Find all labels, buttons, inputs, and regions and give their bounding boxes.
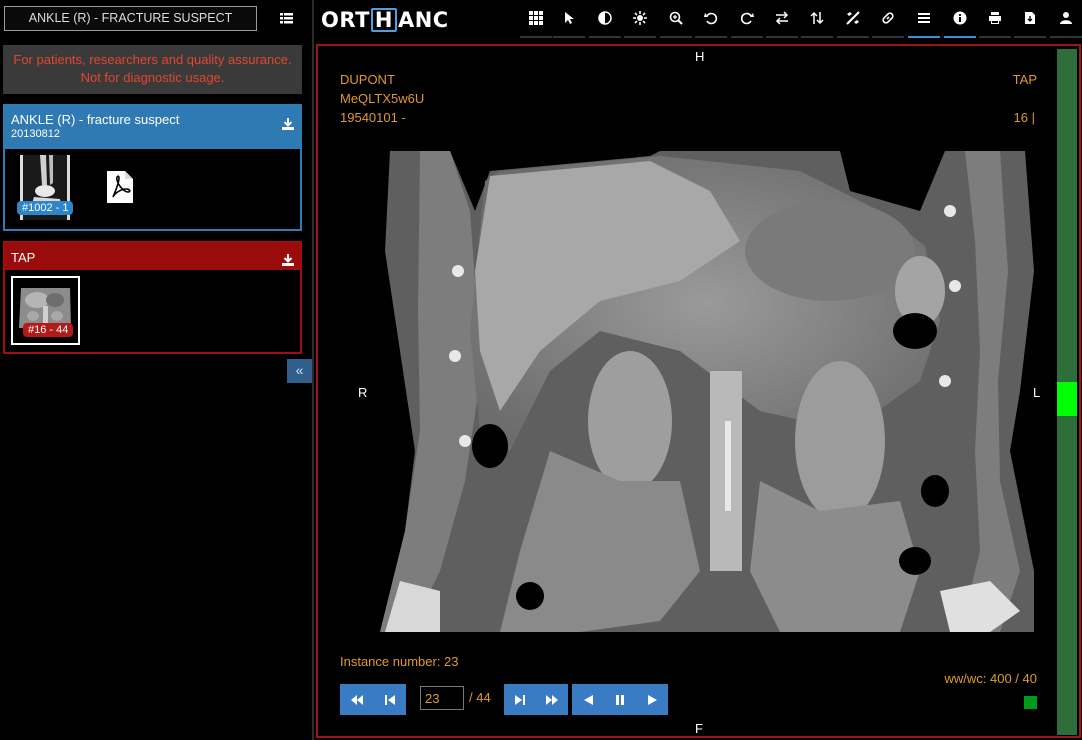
skip-to-end-icon <box>546 694 558 705</box>
flip-vertical-button[interactable] <box>801 0 833 38</box>
flip-horizontal-icon <box>775 11 789 25</box>
study-header[interactable]: TAP <box>5 243 300 270</box>
study-sidebar: ANKLE (R) - FRACTURE SUSPECT For patient… <box>0 0 312 740</box>
zoom-tool-button[interactable] <box>660 0 692 38</box>
frame-total: / 44 <box>469 690 491 705</box>
series-thumbnail-xray[interactable]: #1002 - 1 <box>17 155 74 220</box>
pause-button[interactable] <box>604 684 636 715</box>
info-icon <box>953 11 967 25</box>
series-description: TAP <box>1012 72 1037 87</box>
series-thumbnail-pdf[interactable] <box>106 170 134 204</box>
sync-status-indicator <box>1024 696 1037 709</box>
print-icon <box>989 12 1001 24</box>
previous-frame-button[interactable] <box>374 684 406 715</box>
pointer-tool-button[interactable] <box>553 0 585 38</box>
orientation-bottom: F <box>695 721 703 736</box>
download-file-button[interactable] <box>1014 0 1046 38</box>
study-card-ankle[interactable]: ANKLE (R) - fracture suspect 20130812 #1… <box>3 104 302 231</box>
study-card-tap[interactable]: TAP #16 - 44 <box>3 241 302 354</box>
series-badge: #1002 - 1 <box>17 201 74 215</box>
flip-vertical-icon <box>810 11 824 25</box>
study-description: TAP <box>11 250 36 265</box>
collapse-sidebar-button[interactable]: « <box>287 359 312 383</box>
pause-icon <box>616 694 624 705</box>
flip-horizontal-button[interactable] <box>766 0 798 38</box>
download-file-icon <box>1025 12 1035 24</box>
image-viewport[interactable]: H F R L DUPONT MeQLTX5w6U 19540101 - TAP… <box>316 44 1081 738</box>
download-icon[interactable] <box>280 252 296 268</box>
disclaimer-banner: For patients, researchers and quality as… <box>3 45 302 94</box>
link-icon <box>882 12 894 24</box>
pan-icon <box>633 11 647 25</box>
pointer-icon <box>565 12 574 24</box>
list-icon <box>280 13 293 24</box>
instance-number: Instance number: 23 <box>340 654 459 669</box>
step-back-icon <box>385 694 395 705</box>
study-title-field[interactable]: ANKLE (R) - FRACTURE SUSPECT <box>4 6 257 31</box>
menu-icon <box>918 13 930 23</box>
download-icon[interactable] <box>280 116 296 132</box>
study-description: ANKLE (R) - fracture suspect <box>11 112 180 127</box>
user-button[interactable] <box>1050 0 1082 38</box>
step-forward-icon <box>515 694 525 705</box>
study-header[interactable]: ANKLE (R) - fracture suspect 20130812 <box>5 106 300 149</box>
pan-tool-button[interactable] <box>624 0 656 38</box>
window-level: ww/wc: 400 / 40 <box>944 671 1038 686</box>
first-frame-button[interactable] <box>340 684 374 715</box>
rotate-right-button[interactable] <box>731 0 763 38</box>
link-button[interactable] <box>872 0 904 38</box>
series-badge: #16 - 44 <box>23 323 74 337</box>
contrast-icon <box>598 11 612 25</box>
orientation-top: H <box>695 49 705 64</box>
series-thumbnail-ct[interactable]: #16 - 44 <box>11 276 80 345</box>
measure-icon <box>846 11 860 25</box>
toolbar: ORT H ANC <box>314 0 1082 42</box>
rotate-left-icon <box>704 12 718 25</box>
series-number: 16 | <box>1013 110 1035 125</box>
windowing-tool-button[interactable] <box>589 0 621 38</box>
play-backward-button[interactable] <box>572 684 604 715</box>
print-button[interactable] <box>979 0 1011 38</box>
orientation-left: R <box>358 385 368 400</box>
frame-number-input[interactable] <box>420 686 464 710</box>
patient-id: MeQLTX5w6U <box>340 91 425 106</box>
measure-tool-button[interactable] <box>837 0 869 38</box>
menu-button[interactable] <box>908 0 940 38</box>
study-date: 20130812 <box>11 128 60 140</box>
last-frame-button[interactable] <box>536 684 568 715</box>
next-frame-button[interactable] <box>504 684 536 715</box>
layout-button[interactable] <box>520 0 552 38</box>
rotate-right-icon <box>740 12 754 25</box>
pdf-icon <box>107 171 133 203</box>
play-icon <box>648 694 657 705</box>
study-list-button[interactable] <box>276 8 296 28</box>
layout-grid-icon <box>529 11 543 25</box>
play-forward-button[interactable] <box>636 684 668 715</box>
patient-birth-date: 19540101 - <box>340 110 406 125</box>
zoom-icon <box>669 11 683 25</box>
info-button[interactable] <box>944 0 976 38</box>
rotate-left-button[interactable] <box>695 0 727 38</box>
orientation-right: L <box>1033 385 1041 400</box>
frame-slider-handle[interactable] <box>1057 382 1077 416</box>
user-icon <box>1060 12 1072 24</box>
orthanc-logo: ORT H ANC <box>321 8 449 32</box>
skip-to-start-icon <box>351 694 363 705</box>
ct-scan-image <box>380 151 1034 632</box>
play-reverse-icon <box>584 694 593 705</box>
sidebar-divider <box>312 0 314 740</box>
patient-name: DUPONT <box>340 72 395 87</box>
